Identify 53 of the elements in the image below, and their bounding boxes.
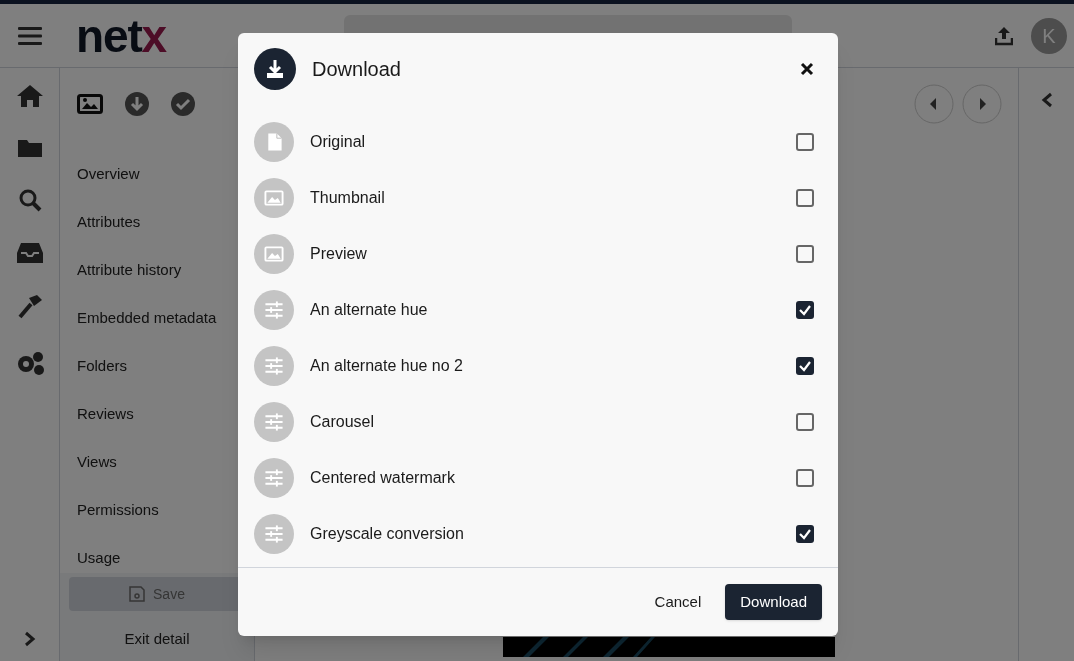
logo[interactable]: netx: [76, 12, 166, 59]
sliders-icon: [254, 514, 294, 554]
image-icon: [254, 234, 294, 274]
detail-nav-item[interactable]: Attributes: [77, 198, 237, 246]
checkbox[interactable]: [796, 357, 814, 375]
hammer-icon[interactable]: [16, 294, 43, 320]
detail-nav-item[interactable]: Overview: [77, 150, 237, 198]
option-label: Carousel: [310, 412, 376, 432]
sliders-icon: [254, 402, 294, 442]
checkbox[interactable]: [796, 189, 814, 207]
option-label: An alternate hue: [310, 300, 429, 320]
detail-nav-item[interactable]: Reviews: [77, 390, 237, 438]
checkbox[interactable]: [796, 525, 814, 543]
cancel-button[interactable]: Cancel: [646, 584, 710, 620]
checkbox[interactable]: [796, 413, 814, 431]
menu-icon[interactable]: [18, 25, 42, 46]
option-label: Centered watermark: [310, 468, 456, 488]
checkbox[interactable]: [796, 301, 814, 319]
detail-nav-item[interactable]: Usage: [77, 534, 237, 573]
save-icon: [129, 586, 146, 602]
download-icon[interactable]: [125, 92, 149, 116]
sliders-icon: [254, 458, 294, 498]
check-circle-icon[interactable]: [171, 92, 195, 116]
option-label: Preview: [310, 244, 368, 264]
expand-icon[interactable]: [23, 631, 36, 647]
dialog-title: Download: [312, 57, 401, 82]
sliders-icon: [254, 346, 294, 386]
folder-icon[interactable]: [16, 138, 43, 158]
option-label: Thumbnail: [310, 188, 386, 208]
home-icon[interactable]: [15, 84, 44, 108]
option-label: Original: [310, 132, 367, 152]
detail-nav-item[interactable]: Views: [77, 438, 237, 486]
detail-nav-item[interactable]: Folders: [77, 342, 237, 390]
detail-nav-item[interactable]: Attribute history: [77, 246, 237, 294]
option-label: An alternate hue no 2: [310, 356, 464, 376]
inbox-icon[interactable]: [15, 242, 44, 264]
collapse-icon[interactable]: [1040, 92, 1053, 108]
exit-detail-button[interactable]: Exit detail: [60, 617, 254, 661]
file-icon: [254, 122, 294, 162]
sliders-icon: [254, 290, 294, 330]
option-label: Greyscale conversion: [310, 524, 465, 544]
checkbox[interactable]: [796, 245, 814, 263]
image-icon[interactable]: [77, 94, 103, 114]
detail-nav-item[interactable]: Permissions: [77, 486, 237, 534]
download-button[interactable]: Download: [725, 584, 822, 620]
detail-nav-item[interactable]: Embedded metadata: [77, 294, 237, 342]
search-icon[interactable]: [17, 188, 42, 212]
download-icon: [254, 48, 296, 90]
upload-icon[interactable]: [995, 25, 1013, 46]
checkbox[interactable]: [796, 133, 814, 151]
checkbox[interactable]: [796, 469, 814, 487]
image-icon: [254, 178, 294, 218]
close-icon[interactable]: [800, 62, 814, 76]
